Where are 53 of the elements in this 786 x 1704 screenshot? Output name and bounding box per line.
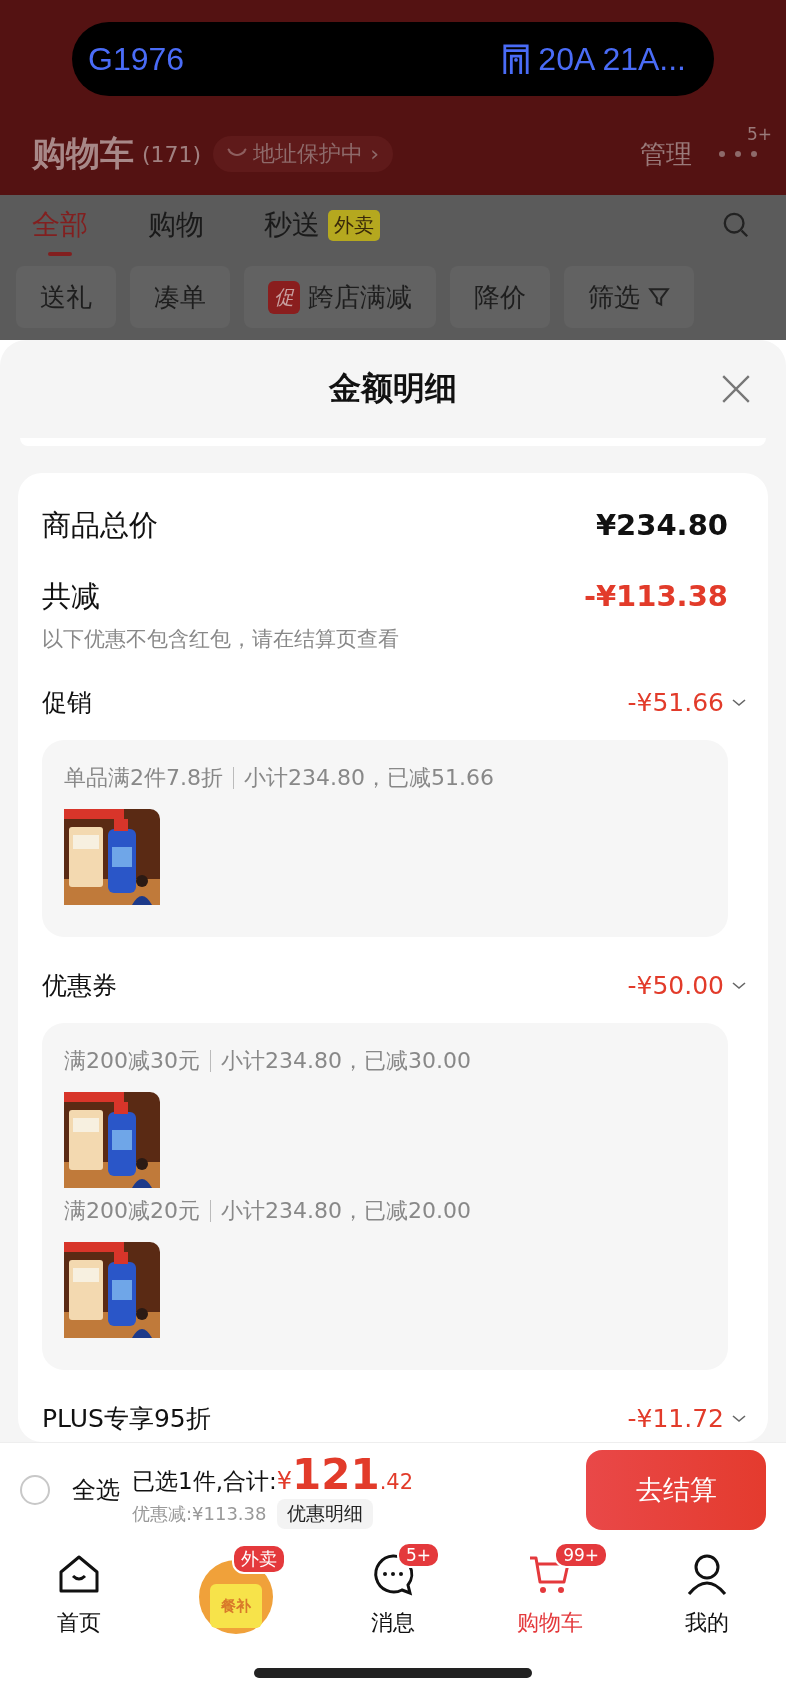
total-summary-label: 已选1件,合计: <box>132 1467 277 1496</box>
subtotal-text: 小计234.80，已减51.66 <box>244 764 494 792</box>
notification-count: 5+ <box>746 124 772 144</box>
close-icon[interactable] <box>720 373 752 405</box>
total-value: ¥234.80 <box>595 507 728 544</box>
checkout-button[interactable]: 去结算 <box>586 1449 766 1530</box>
discount-detail-button[interactable]: 优惠明细 <box>276 1499 373 1529</box>
nav-tab[interactable]: 首页 <box>56 1608 101 1638</box>
discount-rule: 单品满2件7.8折 <box>64 764 223 792</box>
delivery-tag: 外卖 <box>328 209 380 241</box>
chevron-down-icon[interactable] <box>732 1415 746 1423</box>
nav-tab[interactable]: 购物车 <box>517 1608 584 1638</box>
count-badge: 99+ <box>554 1542 609 1568</box>
discount-label: 促销 <box>42 687 92 719</box>
category-tab[interactable]: 购物 <box>148 206 204 256</box>
reduction-label: 共减 <box>42 578 100 615</box>
nav-tab[interactable]: 我的 <box>685 1608 730 1638</box>
filter-chip[interactable]: 筛选 <box>564 266 694 328</box>
reduction-note: 以下优惠不包含红包，请在结算页查看 <box>42 626 400 653</box>
discount-label: 优惠券 <box>42 970 117 1002</box>
discount-total: 优惠减:¥113.38 <box>132 1502 267 1526</box>
filter-chip[interactable]: 降价 <box>450 266 550 328</box>
more-icon[interactable] <box>718 150 758 158</box>
seat-numbers: 20A 21A... <box>538 40 686 78</box>
count-badge: 5+ <box>397 1542 441 1568</box>
page-title: 购物车 <box>32 132 134 175</box>
discount-rule: 满200减30元 <box>64 1047 200 1075</box>
gate-icon <box>502 43 531 75</box>
chevron-down-icon[interactable] <box>732 699 746 707</box>
filter-chip[interactable]: 促 跨店满减 <box>244 266 436 328</box>
subtotal-text: 小计234.80，已减30.00 <box>221 1047 471 1075</box>
discount-label: PLUS专享95折 <box>42 1403 211 1435</box>
discount-value: -¥11.72 <box>627 1403 724 1435</box>
discount-value: -¥50.00 <box>627 970 724 1002</box>
select-all-label: 全选 <box>72 1474 120 1506</box>
filter-icon <box>648 286 670 308</box>
address-protection-chip[interactable]: 地址保护中 › <box>213 136 393 172</box>
select-all-checkbox[interactable] <box>20 1474 50 1505</box>
category-tab[interactable]: 秒送 <box>264 206 320 256</box>
total-label: 商品总价 <box>42 507 158 544</box>
item-count: (171) <box>142 141 202 167</box>
chevron-down-icon[interactable] <box>732 982 746 990</box>
nav-tab[interactable]: 消息 <box>371 1608 415 1638</box>
total-amount: ¥121.42 <box>276 1450 414 1499</box>
discount-rule: 满200减20元 <box>64 1197 200 1225</box>
filter-chip[interactable]: 送礼 <box>16 266 116 328</box>
filter-chip[interactable]: 凑单 <box>130 266 230 328</box>
discount-value: -¥51.66 <box>627 687 724 719</box>
manage-button[interactable]: 管理 <box>640 136 692 172</box>
sheet-title: 金额明细 <box>329 368 457 409</box>
train-number: G1976 <box>88 40 185 78</box>
subtotal-text: 小计234.80，已减20.00 <box>221 1197 471 1225</box>
reduction-value: -¥113.38 <box>583 578 728 615</box>
